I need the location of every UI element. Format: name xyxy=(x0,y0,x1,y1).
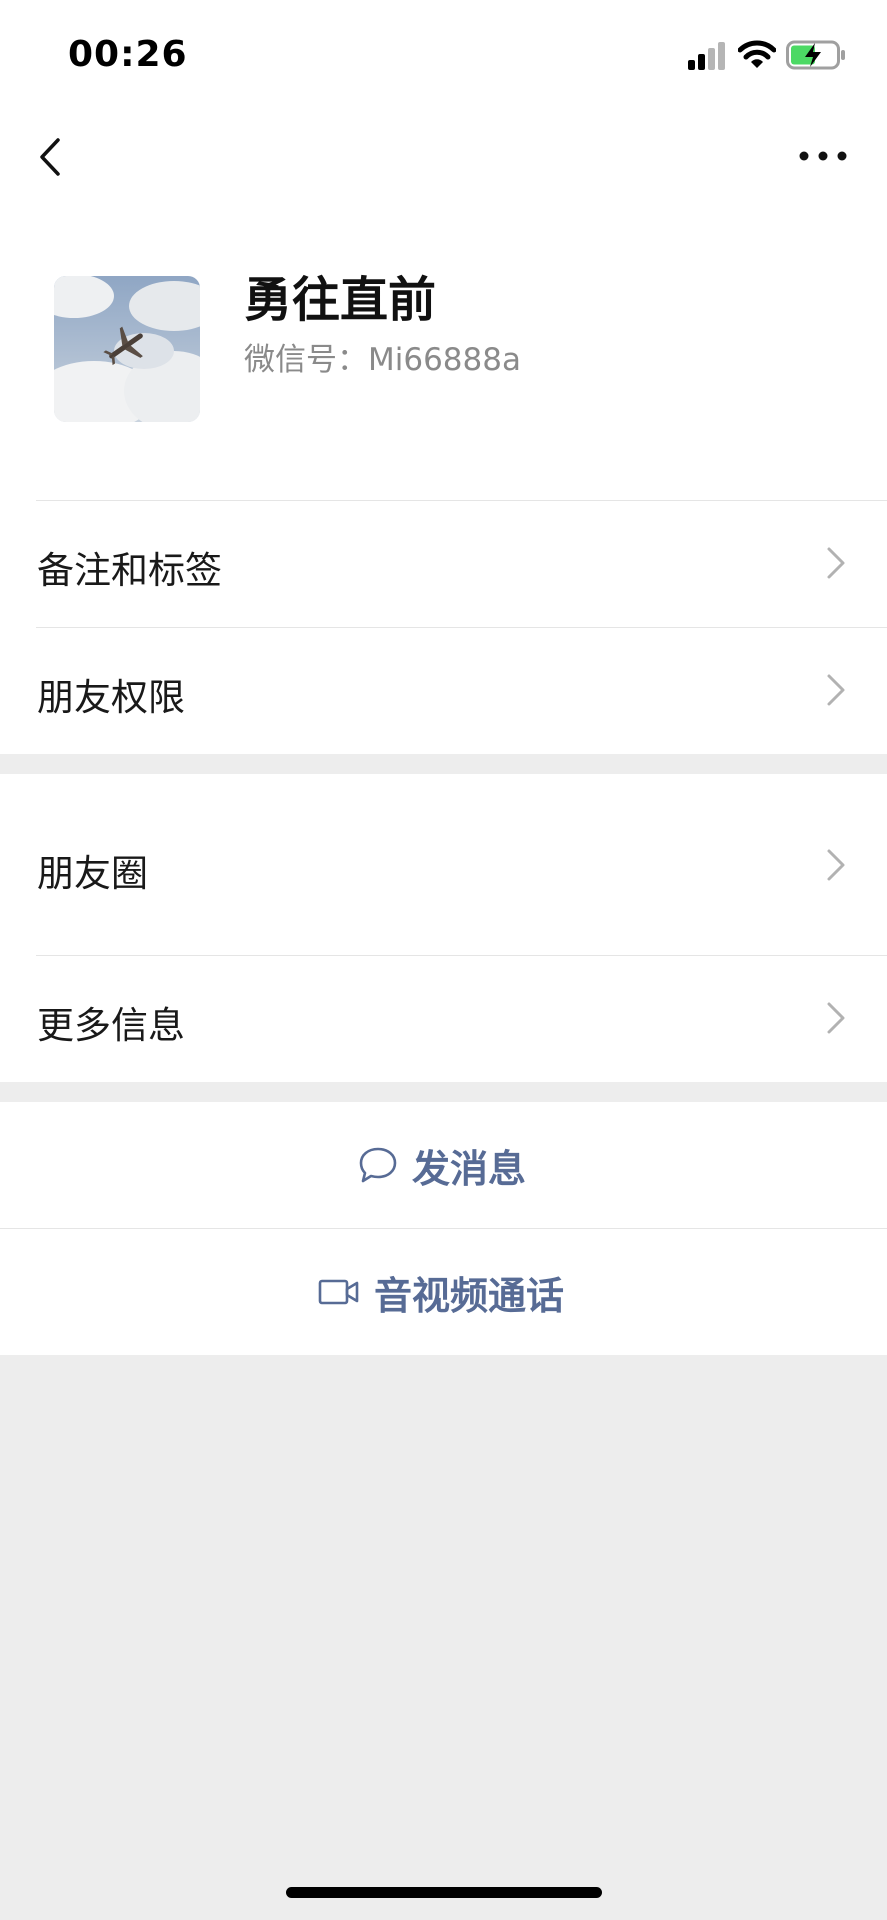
remarks-and-tags-row[interactable]: 备注和标签 xyxy=(0,500,887,627)
status-bar: 00:26 xyxy=(0,0,887,110)
signal-icon xyxy=(688,42,725,70)
chevron-right-icon xyxy=(827,674,845,706)
send-message-content: 发消息 xyxy=(358,1102,526,1228)
chevron-right-icon xyxy=(827,547,845,579)
video-call-label: 音视频通话 xyxy=(374,1273,565,1318)
video-call-content: 音视频通话 xyxy=(318,1229,564,1355)
back-icon[interactable] xyxy=(34,134,68,180)
more-info-row[interactable]: 更多信息 xyxy=(0,955,887,1082)
contact-settings-section: 备注和标签 朋友权限 xyxy=(0,500,887,754)
profile-wechat-id: 微信号：Mi66888a xyxy=(244,342,521,378)
more-icon[interactable] xyxy=(796,146,850,166)
video-call-icon xyxy=(318,1279,359,1305)
more-info-label: 更多信息 xyxy=(37,1004,185,1047)
chevron-right-icon xyxy=(827,849,845,881)
moments-row[interactable]: 朋友圈 xyxy=(0,774,887,955)
avatar[interactable] xyxy=(54,276,200,422)
chevron-right-icon xyxy=(827,1002,845,1034)
avatar-image xyxy=(54,276,200,422)
profile-info-section: 朋友圈 更多信息 xyxy=(0,774,887,1082)
wifi-icon xyxy=(738,40,776,68)
nav-bar xyxy=(0,110,887,202)
moments-label: 朋友圈 xyxy=(37,852,148,895)
home-indicator[interactable] xyxy=(286,1887,602,1898)
chat-bubble-icon xyxy=(359,1147,397,1183)
video-call-button[interactable]: 音视频通话 xyxy=(0,1229,887,1355)
remarks-and-tags-label: 备注和标签 xyxy=(37,549,222,592)
send-message-button[interactable]: 发消息 xyxy=(0,1102,887,1228)
profile-nickname: 勇往直前 xyxy=(244,272,437,328)
profile-header: 勇往直前 微信号：Mi66888a xyxy=(0,202,887,500)
status-time: 00:26 xyxy=(68,34,188,75)
battery-charging-icon xyxy=(786,40,845,70)
friend-permissions-label: 朋友权限 xyxy=(37,676,185,719)
friend-permissions-row[interactable]: 朋友权限 xyxy=(0,627,887,754)
send-message-label: 发消息 xyxy=(412,1146,527,1191)
